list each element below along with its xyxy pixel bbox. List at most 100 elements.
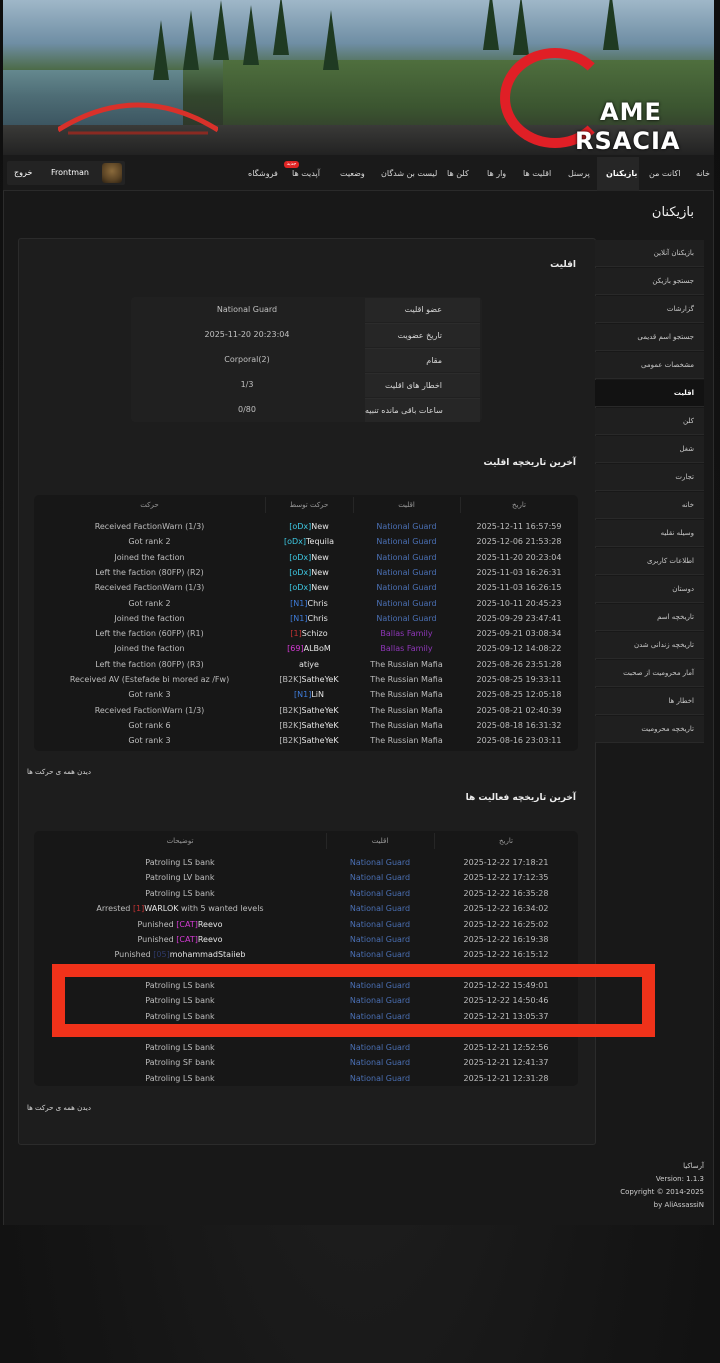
- sidebar-item-old-name-search[interactable]: جستجو اسم قدیمی: [595, 324, 704, 351]
- banner-tree: [603, 0, 619, 50]
- faction-history-view-all-link[interactable]: دیدن همه ی حرکت ها: [27, 768, 91, 776]
- player-name: atiye: [299, 659, 319, 669]
- sidebar-item-user-info[interactable]: اطلاعات کاربری: [595, 548, 704, 575]
- sidebar-item-job[interactable]: شغل: [595, 436, 704, 463]
- avatar[interactable]: [102, 163, 122, 183]
- fh-date-cell: 2025-08-21 02:40:39: [476, 705, 562, 715]
- fh-header-action: حرکت: [140, 501, 159, 509]
- player-tag: [N1]: [294, 690, 312, 700]
- username-label[interactable]: Frontman: [51, 168, 89, 177]
- sidebar-item-friends[interactable]: دوستان: [595, 576, 704, 603]
- fh-faction-cell: National Guard: [376, 522, 437, 531]
- sidebar-item-vehicle[interactable]: وسیله نقلیه: [595, 520, 704, 547]
- desc-text: Patroling LS bank: [145, 1073, 215, 1083]
- player-tag: [oDx]: [289, 583, 312, 593]
- nav-wars[interactable]: وار ها: [487, 169, 506, 178]
- info-value-punish-hours: 0/80: [238, 405, 256, 414]
- site-logo-text-1: AME: [600, 98, 662, 126]
- player-tag: [1]: [132, 904, 145, 914]
- fh-by-cell: [1]Schizo: [265, 626, 353, 641]
- ah-desc-cell: Punished [CAT]Reevo: [34, 932, 326, 947]
- banner-tree: [213, 0, 229, 60]
- info-value-faction-warns: 1/3: [240, 380, 254, 389]
- sidebar-item-faction[interactable]: اقلیت: [595, 380, 704, 407]
- fh-header-faction: اقلیت: [398, 501, 415, 509]
- nav-ban-list[interactable]: لیست بن شدگان: [381, 169, 437, 178]
- activity-history-view-all-link[interactable]: دیدن همه ی حرکت ها: [27, 1104, 91, 1112]
- sidebar-item-search-player[interactable]: جستجو بازیکن: [595, 268, 704, 295]
- sidebar-item-online-players[interactable]: بازیکنان آنلاین: [595, 240, 704, 267]
- fh-action-cell: Received FactionWarn (1/3): [94, 705, 205, 715]
- activity-history-title: آخرین تاریخچه فعالیت ها: [465, 793, 576, 803]
- info-label-join-date: تاریخ عضویت: [365, 323, 480, 347]
- nav-factions[interactable]: اقلیت ها: [523, 169, 551, 178]
- player-tag: [oDx]: [289, 567, 312, 577]
- footer-author: by AliAssassiN: [653, 1201, 704, 1209]
- fh-date-cell: 2025-08-25 19:33:11: [476, 675, 562, 684]
- fh-by-cell: [oDx]New: [265, 550, 353, 565]
- ah-date-cell: 2025-12-22 17:12:35: [463, 873, 549, 883]
- sidebar-item-reports[interactable]: گزارشات: [595, 296, 704, 323]
- footer-version: Version: 1.1.3: [655, 1175, 704, 1183]
- fh-date-cell: 2025-11-20 20:23:04: [476, 552, 562, 562]
- nav-my-account[interactable]: اکانت من: [649, 169, 680, 178]
- sidebar-item-business[interactable]: تجارت: [595, 464, 704, 491]
- sidebar-item-ban-history[interactable]: تاریخچه محرومیت: [595, 716, 704, 743]
- fh-action-cell: Joined the faction: [114, 644, 185, 654]
- nav-staff[interactable]: پرسنل: [568, 169, 590, 178]
- fh-date-cell: 2025-08-26 23:51:28: [476, 659, 562, 669]
- fh-by-cell: [69]ALBoM: [265, 641, 353, 656]
- ah-desc-cell: Patroling LS bank: [34, 1040, 326, 1055]
- fh-date-cell: 2025-12-11 16:57:59: [476, 522, 562, 531]
- logout-button[interactable]: خروج: [14, 168, 32, 177]
- ah-desc-cell: Patroling LS bank: [34, 1071, 326, 1086]
- nav-clans[interactable]: کلن ها: [447, 169, 469, 178]
- player-tag: [B2K]: [279, 720, 302, 730]
- sidebar-item-mute-stats[interactable]: آمار محرومیت از صحبت: [595, 660, 704, 687]
- fh-action-cell: Got rank 2: [128, 598, 171, 608]
- player-tag: [1]: [290, 629, 302, 639]
- player-tag: [CAT]: [176, 935, 198, 944]
- desc-text: Punished: [137, 919, 177, 929]
- player-tag: [N1]: [290, 598, 308, 608]
- fh-faction-cell: The Russian Mafia: [370, 720, 443, 730]
- ah-date-cell: 2025-12-22 17:18:21: [463, 858, 549, 867]
- footer-copyright: Copyright © 2014-2025: [620, 1188, 704, 1196]
- fh-by-cell: [B2K]SatheYeK: [265, 703, 353, 718]
- sidebar-item-clan[interactable]: کلن: [595, 408, 704, 435]
- banner-tree: [183, 10, 199, 70]
- fh-action-cell: Got rank 3: [128, 736, 171, 746]
- ah-faction-cell: National Guard: [349, 873, 411, 883]
- player-name: LiN: [311, 690, 324, 700]
- player-name: SatheYeK: [301, 675, 339, 684]
- ah-desc-cell: Punished [CAT]Reevo: [34, 917, 326, 932]
- player-tag: [B2K]: [279, 675, 302, 684]
- fh-date-cell: 2025-08-18 16:31:32: [476, 720, 562, 730]
- nav-updates[interactable]: آپدیت ها: [292, 169, 320, 178]
- banner-tree: [243, 5, 259, 65]
- ah-date-cell: 2025-12-22 16:15:12: [463, 950, 549, 960]
- fh-date-cell: 2025-10-11 20:45:23: [476, 598, 562, 608]
- nav-players[interactable]: بازیکنان: [606, 169, 637, 178]
- player-name: Schizo: [301, 629, 328, 639]
- ah-date-cell: 2025-12-22 16:34:02: [463, 904, 549, 914]
- player-name: Chris: [307, 598, 328, 608]
- info-value-rank: Corporal(2): [224, 355, 270, 364]
- sidebar-item-house[interactable]: خانه: [595, 492, 704, 519]
- sidebar-item-general-info[interactable]: مشخصات عمومی: [595, 352, 704, 379]
- fh-action-cell: Joined the faction: [114, 613, 185, 623]
- nav-shop[interactable]: فروشگاه: [248, 169, 278, 178]
- info-label-punish-hours: ساعات باقی مانده تنبیه: [365, 398, 480, 422]
- sidebar-item-jail-history[interactable]: تاریخچه زندانی شدن: [595, 632, 704, 659]
- nav-home[interactable]: خانه: [696, 169, 710, 178]
- page-title: بازیکنان: [651, 205, 694, 220]
- sidebar-item-warnings[interactable]: اخطار ها: [595, 688, 704, 715]
- fh-faction-cell: National Guard: [376, 552, 437, 562]
- desc-text: Patroling LS bank: [145, 858, 215, 867]
- ah-desc-cell: Punished [05]mohammadStaiieb: [34, 947, 326, 962]
- nav-status[interactable]: وضعیت: [340, 169, 365, 178]
- fh-date-cell: 2025-09-12 14:08:22: [476, 644, 562, 654]
- sidebar-item-name-history[interactable]: تاریخچه اسم: [595, 604, 704, 631]
- fh-by-cell: [B2K]SatheYeK: [265, 733, 353, 748]
- fh-faction-cell: The Russian Mafia: [370, 659, 443, 669]
